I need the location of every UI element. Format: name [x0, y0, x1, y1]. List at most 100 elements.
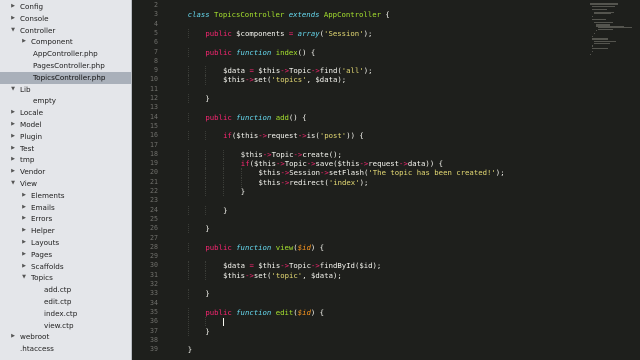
line-number: 32	[150, 280, 158, 288]
line-number: 8	[154, 56, 158, 65]
sidebar-item-label: Lib	[20, 84, 31, 94]
sidebar-item[interactable]: TopicsController.php	[0, 71, 131, 84]
disclosure-open-icon[interactable]: ▼	[20, 272, 28, 284]
indent-guide	[205, 270, 207, 280]
code-token: ->	[275, 159, 285, 169]
sidebar-item[interactable]: ▶ tmp	[0, 154, 131, 166]
disclosure-closed-icon[interactable]: ▶	[9, 331, 17, 343]
line-number: 6	[154, 38, 158, 47]
indent-guide	[187, 307, 189, 318]
line-number: 28	[150, 242, 158, 251]
disclosure-closed-icon[interactable]: ▶	[9, 107, 17, 119]
code-token: function	[236, 47, 276, 57]
code-token: $this	[236, 131, 259, 141]
sidebar-item[interactable]: PagesController.php	[0, 60, 131, 72]
sidebar-item[interactable]: ▶ Component	[0, 36, 131, 48]
code-token: ->	[359, 159, 369, 169]
code-token: 'Session'	[324, 28, 364, 38]
sidebar-item[interactable]: ▼ View	[0, 178, 131, 190]
disclosure-closed-icon[interactable]: ▶	[9, 131, 17, 143]
sidebar-item[interactable]: ▶ Plugin	[0, 131, 131, 143]
sidebar-item[interactable]: .htaccess	[0, 343, 131, 355]
code-token: request	[267, 131, 298, 141]
sidebar-item[interactable]: ▼ Topics	[0, 272, 131, 284]
disclosure-closed-icon[interactable]: ▶	[9, 154, 17, 166]
sidebar-item[interactable]: ▼ Lib	[0, 84, 131, 96]
indent-guide	[240, 177, 242, 187]
indent-guide	[187, 112, 189, 122]
disclosure-closed-icon[interactable]: ▶	[9, 1, 17, 13]
disclosure-closed-icon[interactable]: ▶	[9, 119, 17, 131]
sidebar-item[interactable]: ▶ Scaffolds	[0, 261, 131, 273]
code-token: Topic	[271, 149, 294, 159]
sidebar-item[interactable]: AppController.php	[0, 48, 131, 60]
sidebar-item-label: webroot	[20, 332, 50, 342]
code-token: data	[407, 159, 426, 169]
disclosure-open-icon[interactable]: ▼	[9, 25, 17, 37]
minimap-line	[594, 42, 611, 44]
line-number: 17	[150, 140, 158, 149]
code-area[interactable]: class TopicsController extends AppContro…	[170, 0, 600, 360]
disclosure-closed-icon[interactable]: ▶	[20, 249, 28, 261]
disclosure-closed-icon[interactable]: ▶	[20, 225, 28, 237]
code-token: $this	[258, 168, 281, 178]
code-token: ->	[280, 168, 290, 178]
code-token: );	[372, 261, 382, 271]
disclosure-closed-icon[interactable]: ▶	[20, 213, 28, 225]
disclosure-open-icon[interactable]: ▼	[9, 84, 17, 96]
sidebar-item[interactable]: ▶ Helper	[0, 225, 131, 237]
sidebar-item[interactable]: empty	[0, 95, 131, 107]
sidebar-item[interactable]: ▶ Emails	[0, 202, 131, 214]
disclosure-closed-icon[interactable]: ▶	[20, 36, 28, 48]
code-editor[interactable]: 2 3 4 5 6 7 8 9 10 11 12 13 14 15 16 17 18 19 20 21 22 23 24 25…	[132, 0, 640, 360]
disclosure-open-icon[interactable]: ▼	[9, 178, 17, 190]
disclosure-closed-icon[interactable]: ▶	[20, 190, 28, 202]
code-line: $this->Topic->create();	[241, 150, 342, 159]
code-token: );	[495, 168, 505, 178]
file-tree-sidebar: ▶ Config ▶ Console ▼ Controller ▶ Component AppC…	[0, 0, 132, 360]
code-token: find	[319, 66, 338, 76]
code-token: extends	[288, 10, 324, 20]
sidebar-item-label: Layouts	[31, 238, 60, 247]
line-number: 14	[150, 112, 158, 121]
disclosure-closed-icon[interactable]: ▶	[9, 143, 17, 155]
sidebar-item-label: Plugin	[20, 131, 43, 141]
sidebar-item[interactable]: ▶ Model	[0, 119, 131, 131]
sidebar-item[interactable]: ▶ Vendor	[0, 166, 131, 178]
sidebar-item[interactable]: ▶ webroot	[0, 331, 131, 343]
sidebar-item[interactable]: ▶ Console	[0, 13, 131, 25]
code-token: $data	[223, 261, 250, 271]
code-token: class	[187, 10, 215, 20]
code-token: ->	[280, 261, 290, 271]
sidebar-item[interactable]: add.ctp	[0, 284, 131, 296]
code-token: () {	[288, 112, 307, 122]
minimap[interactable]	[584, 0, 640, 360]
indent-guide	[205, 205, 207, 215]
sidebar-item[interactable]: view.ctp	[0, 320, 131, 332]
line-number: 3	[154, 10, 158, 19]
code-token: public	[205, 47, 237, 57]
sidebar-item[interactable]: ▶ Test	[0, 143, 131, 155]
sidebar-item[interactable]: edit.ctp	[0, 296, 131, 308]
disclosure-closed-icon[interactable]: ▶	[9, 166, 17, 178]
sidebar-item[interactable]: ▶ Layouts	[0, 237, 131, 249]
code-token: ->	[262, 149, 272, 159]
disclosure-closed-icon[interactable]: ▶	[9, 13, 17, 25]
sidebar-item[interactable]: ▶ Locale	[0, 107, 131, 119]
disclosure-closed-icon[interactable]: ▶	[20, 261, 28, 273]
line-number: 2	[154, 1, 158, 9]
line-number: 15	[150, 121, 158, 130]
sidebar-item[interactable]: index.ctp	[0, 308, 131, 320]
sidebar-item[interactable]: ▶ Pages	[0, 249, 131, 261]
sidebar-item[interactable]: ▼ Controller	[0, 25, 131, 37]
sidebar-item[interactable]: ▶ Errors	[0, 213, 131, 225]
indent-guide	[187, 224, 189, 234]
disclosure-closed-icon[interactable]: ▶	[20, 237, 28, 249]
sidebar-item-label: Helper	[31, 226, 55, 236]
minimap-line	[592, 6, 615, 8]
disclosure-closed-icon[interactable]: ▶	[20, 202, 28, 214]
sidebar-item[interactable]: ▶ Config	[0, 1, 131, 13]
minimap-line	[590, 3, 618, 5]
line-number: 20	[150, 168, 158, 177]
sidebar-item[interactable]: ▶ Elements	[0, 190, 131, 202]
